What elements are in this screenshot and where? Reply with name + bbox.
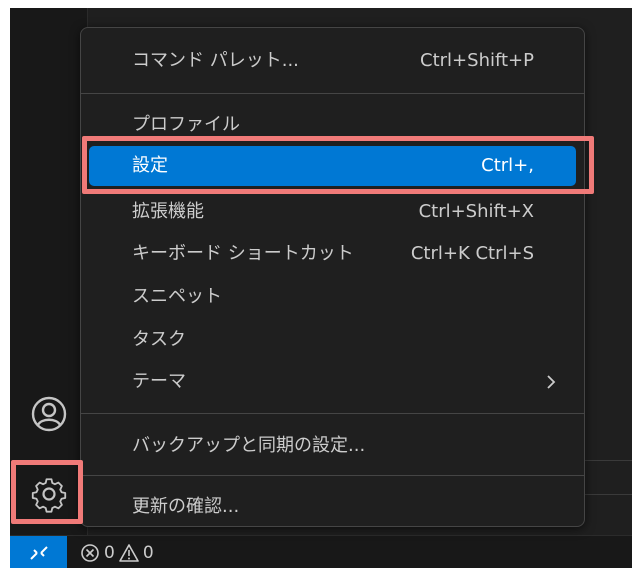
status-bar: 0 0: [10, 535, 632, 568]
menu-item-keyboard-shortcuts[interactable]: キーボード ショートカット Ctrl+K Ctrl+S: [89, 234, 576, 274]
accounts-button[interactable]: [29, 394, 69, 434]
menu-item-label: テーマ: [132, 371, 186, 392]
menu-item-themes[interactable]: テーマ: [89, 362, 576, 402]
error-icon: [80, 543, 100, 563]
chevron-right-icon: [547, 375, 556, 389]
menu-item-tasks[interactable]: タスク: [89, 320, 576, 360]
menu-item-label: コマンド パレット...: [132, 50, 299, 71]
menu-item-shortcut: Ctrl+Shift+X: [418, 201, 534, 222]
menu-item-check-updates[interactable]: 更新の確認...: [89, 487, 576, 527]
menu-item-label: スニペット: [132, 286, 222, 307]
menu-separator: [81, 475, 584, 476]
menu-item-command-palette[interactable]: コマンド パレット... Ctrl+Shift+P: [89, 41, 576, 81]
menu-item-label: 更新の確認...: [132, 496, 240, 517]
menu-item-label: 拡張機能: [132, 201, 204, 222]
menu-item-backup-sync[interactable]: バックアップと同期の設定...: [89, 426, 576, 466]
divider: [580, 494, 632, 495]
menu-item-snippets[interactable]: スニペット: [89, 277, 576, 317]
remote-icon: [29, 545, 48, 560]
warning-icon: [119, 543, 139, 563]
menu-item-shortcut: Ctrl+K Ctrl+S: [410, 243, 534, 264]
account-icon: [31, 396, 67, 432]
menu-item-label: キーボード ショートカット: [132, 243, 354, 264]
problems-indicator[interactable]: 0 0: [80, 536, 154, 568]
gear-highlight-box: [11, 460, 83, 524]
remote-button[interactable]: [10, 536, 67, 568]
menu-separator: [81, 93, 584, 94]
activity-bar: [10, 8, 88, 535]
settings-highlight-box: [82, 136, 594, 194]
menu-item-label: タスク: [132, 329, 186, 350]
divider: [580, 460, 632, 461]
manage-context-menu: コマンド パレット... Ctrl+Shift+P プロファイル 設定 Ctrl…: [80, 27, 585, 527]
menu-item-shortcut: Ctrl+Shift+P: [420, 50, 534, 71]
menu-separator: [81, 413, 584, 414]
menu-item-label: バックアップと同期の設定...: [132, 435, 366, 456]
error-count: 0: [104, 542, 115, 563]
warning-count: 0: [142, 542, 154, 563]
menu-item-extensions[interactable]: 拡張機能 Ctrl+Shift+X: [89, 192, 576, 232]
